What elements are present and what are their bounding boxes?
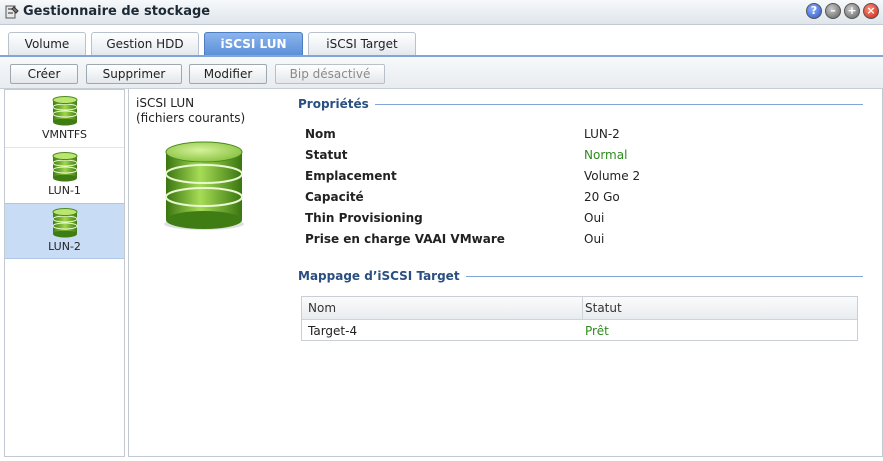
tab-iscsi-target[interactable]: iSCSI Target bbox=[308, 32, 416, 55]
row-target-name: Target-4 bbox=[308, 324, 358, 338]
lun-list-item-label: LUN-1 bbox=[48, 184, 81, 197]
prop-location-label: Emplacement bbox=[305, 169, 397, 183]
title-bar: Gestionnaire de stockage ? – + × bbox=[0, 0, 883, 25]
database-icon bbox=[52, 96, 78, 126]
prop-capacity-value: 20 Go bbox=[584, 190, 620, 204]
prop-vaai-value: Oui bbox=[584, 232, 605, 246]
table-header: Nom Statut bbox=[302, 297, 857, 320]
close-button[interactable]: × bbox=[863, 3, 879, 19]
prop-name-value: LUN-2 bbox=[584, 127, 620, 141]
properties-title: Propriétés bbox=[298, 97, 375, 111]
panel-divider bbox=[128, 89, 129, 457]
prop-status-label: Statut bbox=[305, 148, 348, 162]
maximize-button[interactable]: + bbox=[844, 3, 860, 19]
delete-button[interactable]: Supprimer bbox=[86, 64, 182, 84]
prop-capacity-label: Capacité bbox=[305, 190, 364, 204]
database-icon bbox=[52, 208, 78, 238]
toolbar: Créer Supprimer Modifier Bip désactivé bbox=[0, 57, 883, 89]
properties-rule bbox=[298, 104, 863, 105]
help-button[interactable]: ? bbox=[806, 3, 822, 19]
edit-button[interactable]: Modifier bbox=[189, 64, 267, 84]
database-large-icon bbox=[164, 141, 244, 230]
lun-type-caption: iSCSI LUN (fichiers courants) bbox=[136, 96, 245, 126]
tab-iscsi-lun[interactable]: iSCSI LUN bbox=[204, 32, 303, 56]
column-divider[interactable] bbox=[582, 297, 583, 319]
prop-thin-provisioning-label: Thin Provisioning bbox=[305, 211, 423, 225]
lun-type-label: iSCSI LUN bbox=[136, 96, 195, 110]
tab-volume[interactable]: Volume bbox=[8, 32, 86, 55]
create-button[interactable]: Créer bbox=[10, 64, 78, 84]
prop-name-label: Nom bbox=[305, 127, 336, 141]
prop-thin-provisioning-value: Oui bbox=[584, 211, 605, 225]
column-header-name[interactable]: Nom bbox=[308, 301, 336, 315]
database-icon bbox=[52, 152, 78, 182]
panel-border-bottom bbox=[128, 456, 883, 457]
lun-list-item-lun-1[interactable]: LUN-1 bbox=[5, 148, 124, 204]
prop-vaai-label: Prise en charge VAAI VMware bbox=[305, 232, 505, 246]
window-title: Gestionnaire de stockage bbox=[23, 4, 211, 19]
prop-location-value: Volume 2 bbox=[584, 169, 641, 183]
beep-off-button[interactable]: Bip désactivé bbox=[275, 64, 385, 84]
tab-gestion-hdd[interactable]: Gestion HDD bbox=[91, 32, 199, 55]
lun-list-item-label: LUN-2 bbox=[48, 240, 81, 253]
lun-list-item-lun-2[interactable]: LUN-2 bbox=[5, 203, 124, 259]
lun-list: VMNTFS LUN-1 LUN-2 bbox=[4, 89, 125, 457]
row-target-status: Prêt bbox=[585, 324, 609, 338]
column-header-status[interactable]: Statut bbox=[585, 301, 622, 315]
storage-manager-icon bbox=[5, 5, 19, 19]
mapping-title: Mappage d’iSCSI Target bbox=[298, 269, 466, 283]
lun-list-item-label: VMNTFS bbox=[41, 128, 88, 141]
target-mapping-table: Nom Statut Target-4 Prêt bbox=[301, 296, 858, 341]
lun-list-item-vmntfs[interactable]: VMNTFS bbox=[5, 92, 124, 148]
minimize-button[interactable]: – bbox=[825, 3, 841, 19]
lun-type-sublabel: (fichiers courants) bbox=[136, 111, 246, 125]
prop-status-value: Normal bbox=[584, 148, 628, 162]
